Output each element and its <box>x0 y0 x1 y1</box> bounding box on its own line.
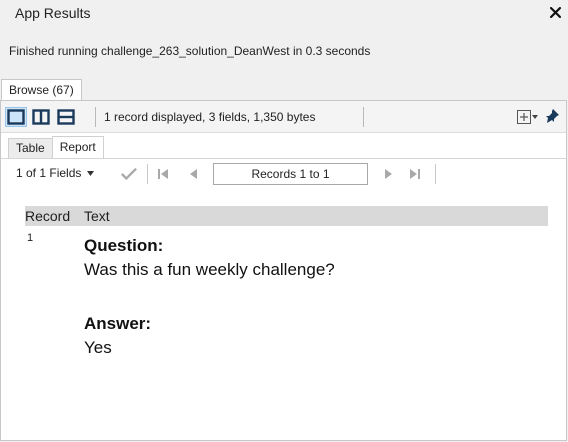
record-navigation-bar: 1 of 1 Fields Records 1 to 1 <box>1 158 566 188</box>
previous-record-button[interactable] <box>185 167 201 181</box>
navbar-divider <box>147 164 148 184</box>
answer-text: Yes <box>84 338 112 357</box>
single-pane-icon <box>7 109 25 125</box>
split-horizontal-icon <box>57 109 75 125</box>
toolbar-divider <box>363 107 364 127</box>
tab-table[interactable]: Table <box>8 138 53 158</box>
question-text: Was this a fun weekly challenge? <box>84 260 335 279</box>
last-record-button[interactable] <box>407 167 423 181</box>
browse-panel: 1 record displayed, 3 fields, 1,350 byte… <box>0 100 567 441</box>
chevron-down-icon <box>87 170 95 176</box>
answer-label: Answer: <box>84 314 152 333</box>
report-view: Record Text 1 Question: Was this a fun w… <box>1 188 566 440</box>
split-vertical-button[interactable] <box>30 107 52 127</box>
table-options-icon <box>517 110 531 124</box>
checkmark-icon <box>121 167 137 181</box>
navbar-divider <box>435 164 436 184</box>
close-icon <box>549 6 561 18</box>
question-label: Question: <box>84 236 164 255</box>
split-vertical-icon <box>32 109 50 125</box>
chevron-down-icon <box>532 115 538 119</box>
fields-dropdown-label: 1 of 1 Fields <box>16 166 82 180</box>
table-options-button[interactable] <box>517 110 538 124</box>
last-record-icon <box>410 169 420 179</box>
view-subtabs: Table Report <box>8 136 104 158</box>
tab-browse[interactable]: Browse (67) <box>1 79 82 101</box>
window-title: App Results <box>15 5 91 21</box>
next-icon <box>385 169 392 179</box>
report-header-row: Record Text <box>25 206 548 226</box>
apply-fields-button[interactable] <box>121 167 137 181</box>
tab-report[interactable]: Report <box>51 136 104 158</box>
record-number: 1 <box>27 232 34 244</box>
close-button[interactable] <box>546 3 564 21</box>
first-record-button[interactable] <box>155 167 171 181</box>
column-header-text: Text <box>84 208 110 224</box>
fields-dropdown[interactable]: 1 of 1 Fields <box>16 166 95 180</box>
pin-button[interactable] <box>544 108 560 127</box>
run-status-message: Finished running challenge_263_solution_… <box>9 44 371 58</box>
previous-icon <box>190 169 197 179</box>
first-record-icon <box>158 169 168 179</box>
toolbar-divider <box>95 107 96 127</box>
records-range-field[interactable]: Records 1 to 1 <box>213 163 368 185</box>
next-record-button[interactable] <box>381 167 397 181</box>
single-pane-button[interactable] <box>5 107 27 127</box>
column-header-record: Record <box>25 208 71 224</box>
pin-icon <box>546 108 559 123</box>
results-toolbar: 1 record displayed, 3 fields, 1,350 byte… <box>1 101 566 133</box>
title-bar: App Results <box>0 0 568 36</box>
toolbar-right-group <box>517 108 560 126</box>
split-horizontal-button[interactable] <box>55 107 77 127</box>
record-info-text: 1 record displayed, 3 fields, 1,350 byte… <box>104 110 316 124</box>
app-results-window: App Results Finished running challenge_2… <box>0 0 568 442</box>
